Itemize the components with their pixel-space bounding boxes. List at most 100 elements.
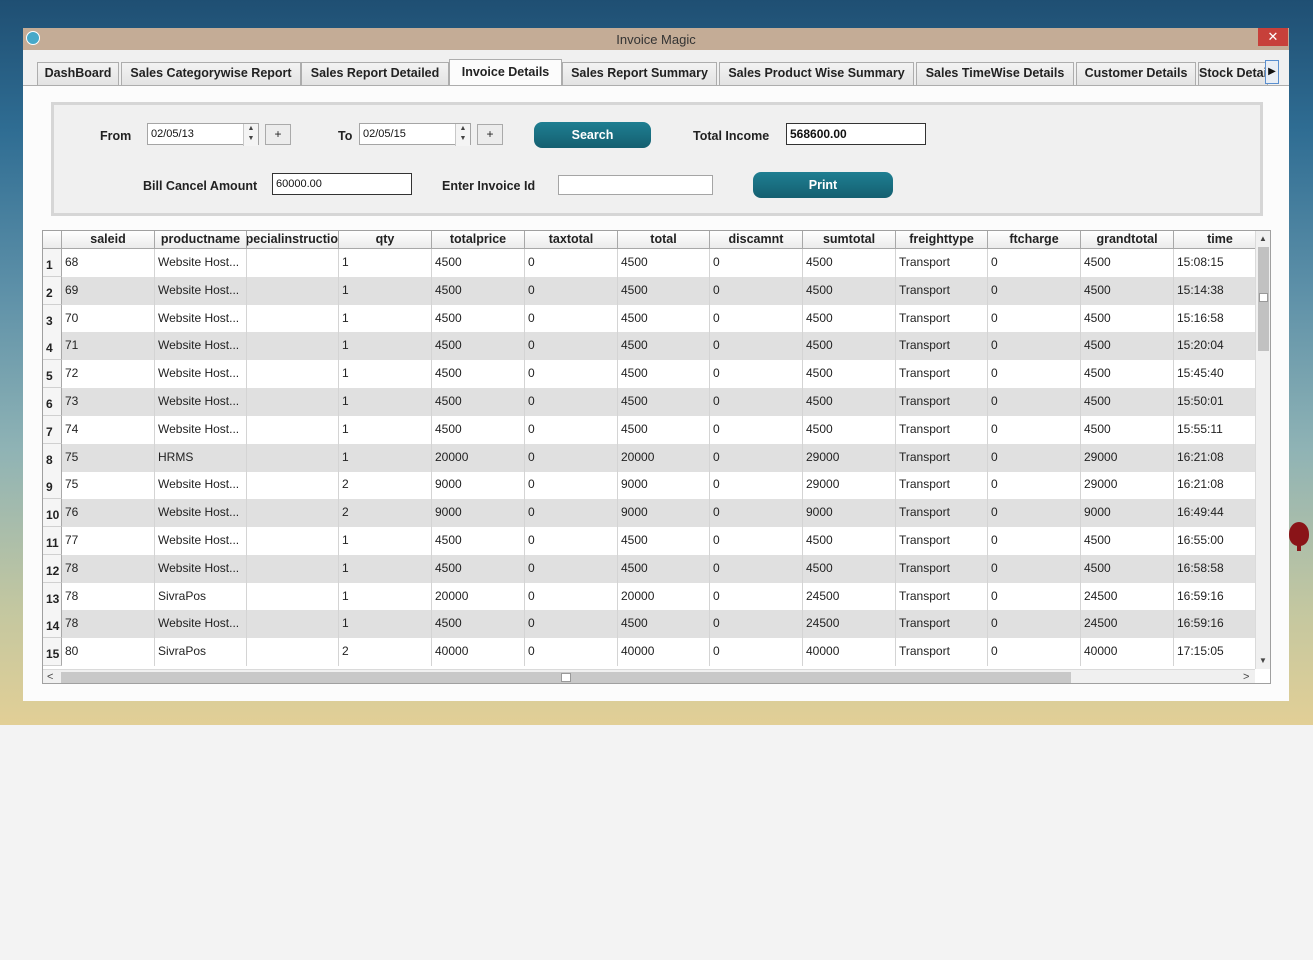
table-row[interactable]: 2 69 Website Host... 1 4500 0 4500 0 4500 Transpo…	[43, 276, 1255, 305]
cell-freighttype[interactable]: Transport	[896, 415, 988, 444]
scroll-down-icon[interactable]: ▼	[1259, 654, 1267, 668]
cell-qty[interactable]: 2	[339, 499, 432, 528]
cell-sumtotal[interactable]: 4500	[803, 249, 896, 277]
cell-qty[interactable]: 1	[339, 415, 432, 444]
cell-taxtotal[interactable]: 0	[525, 304, 618, 333]
column-header-productname[interactable]: productname	[155, 231, 247, 249]
row-number[interactable]: 1	[43, 249, 62, 277]
row-number[interactable]: 9	[43, 471, 62, 500]
table-row[interactable]: 10 76 Website Host... 2 9000 0 9000 0 9000 Transp…	[43, 499, 1255, 528]
cell-specialinstructio[interactable]	[247, 249, 339, 277]
tab-scroll-right-icon[interactable]: ▶	[1265, 60, 1279, 84]
cell-specialinstructio[interactable]	[247, 388, 339, 416]
cell-totalprice[interactable]: 4500	[432, 610, 525, 639]
cell-totalprice[interactable]: 4500	[432, 276, 525, 305]
cell-specialinstructio[interactable]	[247, 471, 339, 500]
cell-totalprice[interactable]: 20000	[432, 443, 525, 472]
cell-sumtotal[interactable]: 4500	[803, 332, 896, 361]
cell-ftcharge[interactable]: 0	[988, 582, 1081, 611]
cell-taxtotal[interactable]: 0	[525, 610, 618, 639]
cell-total[interactable]: 4500	[618, 388, 710, 416]
cell-grandtotal[interactable]: 24500	[1081, 582, 1174, 611]
table-row[interactable]: 12 78 Website Host... 1 4500 0 4500 0 4500 Transp…	[43, 554, 1255, 583]
cell-grandtotal[interactable]: 4500	[1081, 415, 1174, 444]
cell-taxtotal[interactable]: 0	[525, 471, 618, 500]
cell-saleid[interactable]: 68	[62, 249, 155, 277]
cell-grandtotal[interactable]: 4500	[1081, 276, 1174, 305]
cell-ftcharge[interactable]: 0	[988, 554, 1081, 583]
cell-time[interactable]: 15:55:11	[1174, 416, 1255, 444]
cell-qty[interactable]: 1	[339, 443, 432, 472]
table-row[interactable]: 4 71 Website Host... 1 4500 0 4500 0 4500 Transpo…	[43, 332, 1255, 361]
table-row[interactable]: 6 73 Website Host... 1 4500 0 4500 0 4500 Transpo…	[43, 388, 1255, 416]
cell-saleid[interactable]: 78	[62, 610, 155, 639]
tab-sales-report-summary[interactable]: Sales Report Summary	[562, 62, 717, 85]
cell-ftcharge[interactable]: 0	[988, 610, 1081, 639]
cell-productname[interactable]: Website Host...	[155, 610, 247, 639]
row-number[interactable]: 2	[43, 276, 62, 305]
cell-totalprice[interactable]: 4500	[432, 249, 525, 277]
table-row[interactable]: 15 80 SivraPos 2 40000 0 40000 0 40000 Transport 0…	[43, 638, 1255, 667]
cell-specialinstructio[interactable]	[247, 415, 339, 444]
table-row[interactable]: 9 75 Website Host... 2 9000 0 9000 0 29000 Transp…	[43, 471, 1255, 500]
cell-total[interactable]: 4500	[618, 249, 710, 277]
print-button[interactable]: Print	[753, 172, 893, 198]
column-header-ftcharge[interactable]: ftcharge	[988, 231, 1081, 249]
horizontal-scroll-grip[interactable]	[561, 673, 571, 682]
column-header-saleid[interactable]: saleid	[62, 231, 155, 249]
from-date-plus-button[interactable]: +	[265, 124, 291, 145]
cell-time[interactable]: 16:49:44	[1174, 499, 1255, 527]
cell-discamnt[interactable]: 0	[710, 554, 803, 583]
cell-specialinstructio[interactable]	[247, 360, 339, 389]
search-button[interactable]: Search	[534, 122, 651, 148]
cell-total[interactable]: 9000	[618, 499, 710, 528]
cell-discamnt[interactable]: 0	[710, 332, 803, 361]
cell-freighttype[interactable]: Transport	[896, 610, 988, 639]
cell-time[interactable]: 16:21:08	[1174, 444, 1255, 472]
to-date-plus-button[interactable]: +	[477, 124, 503, 145]
cell-grandtotal[interactable]: 4500	[1081, 249, 1174, 277]
cell-time[interactable]: 16:59:16	[1174, 583, 1255, 611]
cell-ftcharge[interactable]: 0	[988, 304, 1081, 333]
column-header-qty[interactable]: qty	[339, 231, 432, 249]
row-number[interactable]: 13	[43, 582, 62, 611]
cell-totalprice[interactable]: 4500	[432, 304, 525, 333]
close-button[interactable]: ✕	[1258, 28, 1288, 46]
cell-totalprice[interactable]: 4500	[432, 388, 525, 416]
vertical-scrollbar[interactable]: ▲ ▼	[1255, 231, 1270, 669]
cell-specialinstructio[interactable]	[247, 582, 339, 611]
cell-specialinstructio[interactable]	[247, 610, 339, 639]
cell-discamnt[interactable]: 0	[710, 638, 803, 667]
cell-qty[interactable]: 1	[339, 554, 432, 583]
cell-taxtotal[interactable]: 0	[525, 415, 618, 444]
table-row[interactable]: 11 77 Website Host... 1 4500 0 4500 0 4500 Transp…	[43, 527, 1255, 555]
cell-freighttype[interactable]: Transport	[896, 360, 988, 389]
row-number[interactable]: 7	[43, 415, 62, 444]
cell-productname[interactable]: Website Host...	[155, 499, 247, 528]
cell-freighttype[interactable]: Transport	[896, 388, 988, 416]
cell-discamnt[interactable]: 0	[710, 360, 803, 389]
cell-taxtotal[interactable]: 0	[525, 443, 618, 472]
cell-specialinstructio[interactable]	[247, 332, 339, 361]
cell-totalprice[interactable]: 4500	[432, 332, 525, 361]
cell-qty[interactable]: 1	[339, 249, 432, 277]
cell-productname[interactable]: Website Host...	[155, 332, 247, 361]
cell-totalprice[interactable]: 4500	[432, 527, 525, 555]
cell-time[interactable]: 15:45:40	[1174, 360, 1255, 388]
cell-freighttype[interactable]: Transport	[896, 471, 988, 500]
cell-time[interactable]: 15:16:58	[1174, 305, 1255, 333]
table-row[interactable]: 14 78 Website Host... 1 4500 0 4500 0 24500 Trans…	[43, 610, 1255, 639]
cell-saleid[interactable]: 80	[62, 638, 155, 667]
cell-discamnt[interactable]: 0	[710, 388, 803, 416]
cell-totalprice[interactable]: 4500	[432, 415, 525, 444]
cell-time[interactable]: 15:14:38	[1174, 277, 1255, 305]
cell-taxtotal[interactable]: 0	[525, 554, 618, 583]
invoice-id-input[interactable]	[558, 175, 713, 195]
cell-saleid[interactable]: 78	[62, 582, 155, 611]
tab-sales-categorywise-report[interactable]: Sales Categorywise Report	[121, 62, 301, 85]
column-header-specialinstructio[interactable]: specialinstructio	[247, 231, 339, 249]
cell-taxtotal[interactable]: 0	[525, 332, 618, 361]
cell-productname[interactable]: Website Host...	[155, 249, 247, 277]
table-row[interactable]: 1 68 Website Host... 1 4500 0 4500 0 4500 Transpo…	[43, 249, 1255, 277]
cell-total[interactable]: 4500	[618, 332, 710, 361]
